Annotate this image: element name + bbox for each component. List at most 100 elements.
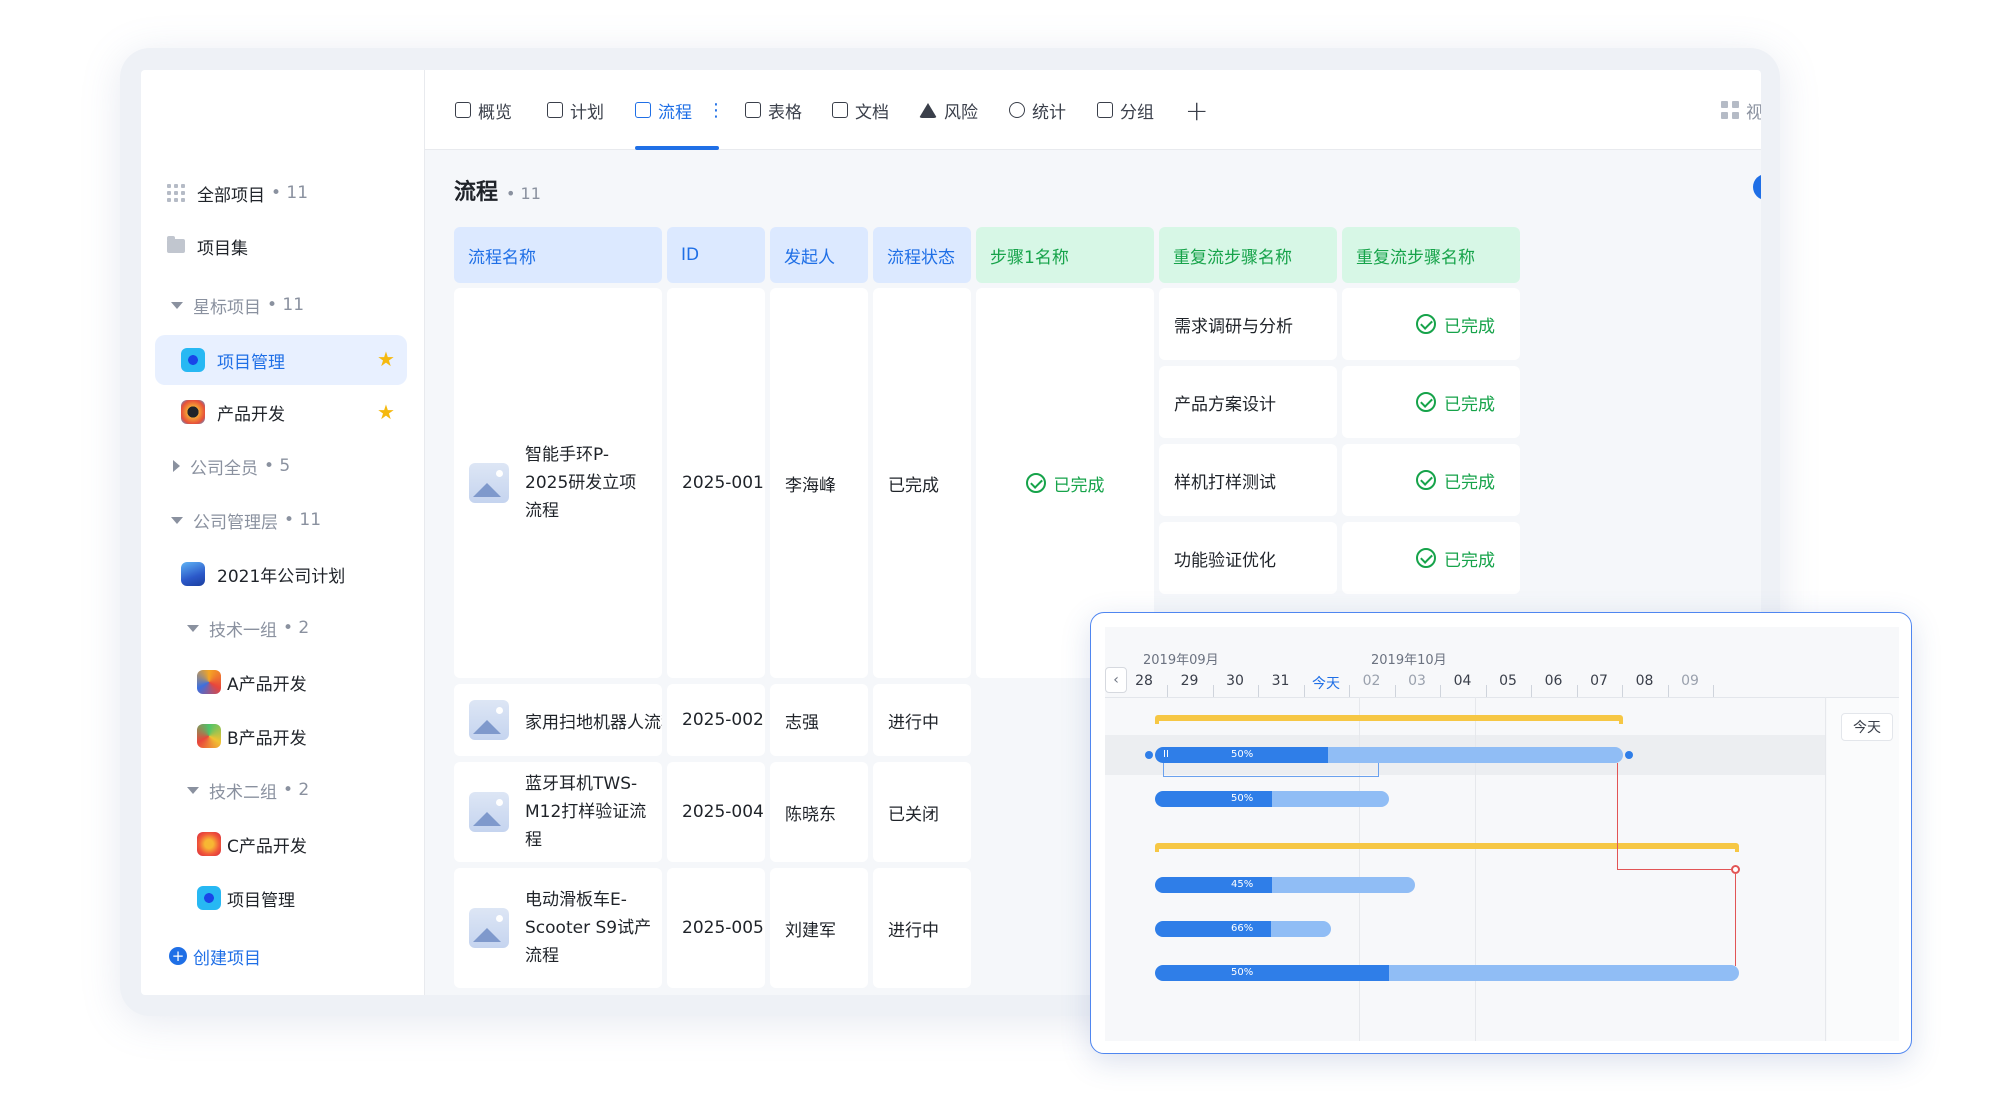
column-header-owner[interactable]: 发起人 xyxy=(770,227,868,283)
table-cell-status: 进行中 xyxy=(873,684,971,756)
image-placeholder-icon xyxy=(469,463,509,503)
sidebar-item-label: 项目管理 xyxy=(217,352,285,373)
a-product-icon xyxy=(197,670,221,694)
table-cell-owner: 李海峰 xyxy=(770,288,868,678)
group-icon xyxy=(1097,102,1113,118)
dependency-line xyxy=(1735,874,1736,966)
group-count: • 5 xyxy=(264,456,291,476)
table-row-name-cell[interactable]: 家用扫地机器人流程 xyxy=(454,684,662,756)
status-text: 已完成 xyxy=(1444,472,1495,493)
page-count: • 11 xyxy=(506,184,541,203)
group-label: 公司管理层 xyxy=(193,512,278,533)
chevron-down-icon xyxy=(171,516,183,524)
table-cell-id: 2025-001 xyxy=(667,288,765,678)
star-icon[interactable]: ★ xyxy=(377,347,395,371)
progress-fill xyxy=(1155,921,1272,937)
gantt-future-area xyxy=(1827,697,1899,1041)
column-header-repeat-step[interactable]: 重复流步骤名称 xyxy=(1159,227,1337,283)
sidebar-item-label: 产品开发 xyxy=(217,404,285,425)
chevron-right-icon xyxy=(173,460,180,472)
sidebar-group-tech2[interactable]: 技术二组 • 2 xyxy=(187,766,407,814)
tab-label: 表格 xyxy=(768,102,802,123)
substep-name: 样机打样测试 xyxy=(1159,444,1337,516)
dark-palette-icon xyxy=(181,400,205,424)
gantt-grid-line xyxy=(1825,697,1826,1041)
star-icon[interactable]: ★ xyxy=(377,400,395,424)
layout-grid-icon xyxy=(1721,101,1739,119)
b-product-icon xyxy=(197,724,221,748)
table-cell-id: 2025-004 xyxy=(667,762,765,862)
image-placeholder-icon xyxy=(469,792,509,832)
sidebar-item-company-plan[interactable]: 2021年公司计划 xyxy=(155,550,407,598)
tab-risk[interactable]: 风险 xyxy=(919,70,978,150)
drag-handle[interactable]: II xyxy=(1163,747,1169,763)
sidebar-item-a-product[interactable]: A产品开发 xyxy=(155,658,407,706)
gantt-task-bar[interactable]: II 50% xyxy=(1155,747,1623,763)
table-row-name-cell[interactable]: 蓝牙耳机TWS-M12打样验证流程 xyxy=(454,762,662,862)
tab-stats[interactable]: 统计 xyxy=(1009,70,1066,150)
sidebar-item-label: 项目管理 xyxy=(227,890,295,911)
day-label: 09 xyxy=(1681,673,1699,689)
table-row-name-cell[interactable]: 智能手环P-2025研发立项流程 xyxy=(454,288,662,678)
add-tab-button[interactable]: + xyxy=(1185,70,1208,150)
day-tick xyxy=(1713,685,1714,697)
group-count: • 11 xyxy=(284,510,322,530)
progress-label: 50% xyxy=(1231,749,1254,760)
sidebar-item-project-management[interactable]: 项目管理 ★ xyxy=(155,335,407,385)
tab-group[interactable]: 分组 xyxy=(1097,70,1154,150)
table-cell-status: 已关闭 xyxy=(873,762,971,862)
tab-overview[interactable]: 概览 xyxy=(455,70,512,150)
doc-icon xyxy=(832,102,848,118)
column-header-id[interactable]: ID xyxy=(667,227,765,283)
sidebar-item-all-projects[interactable]: 全部项目 • 11 xyxy=(167,169,407,217)
sidebar-item-label: A产品开发 xyxy=(227,674,307,695)
sidebar-item-c-product[interactable]: C产品开发 xyxy=(155,820,407,868)
gantt-summary-bar[interactable] xyxy=(1155,715,1623,724)
warning-icon xyxy=(919,102,937,118)
gantt-summary-bar[interactable] xyxy=(1155,843,1739,852)
sidebar-item-label: B产品开发 xyxy=(227,728,307,749)
gantt-header-divider xyxy=(1105,697,1899,698)
status-badge: 已完成 xyxy=(1025,471,1105,496)
table-row-name-cell[interactable]: 电动滑板车E-Scooter S9试产流程 xyxy=(454,868,662,988)
create-project-button[interactable]: + 创建项目 xyxy=(169,932,389,980)
today-button[interactable]: 今天 xyxy=(1841,713,1893,741)
item-count: • 11 xyxy=(271,183,309,203)
gantt-task-bar[interactable]: 66% xyxy=(1155,921,1331,937)
gantt-task-bar[interactable]: 50% xyxy=(1155,791,1389,807)
tab-plan[interactable]: 计划 xyxy=(547,70,604,150)
c-product-icon xyxy=(197,832,221,856)
sidebar-item-b-product[interactable]: B产品开发 xyxy=(155,712,407,760)
sidebar-group-company-all[interactable]: 公司全员 • 5 xyxy=(173,442,413,490)
column-header-status[interactable]: 流程状态 xyxy=(873,227,971,283)
column-header-name[interactable]: 流程名称 xyxy=(454,227,662,283)
sidebar-group-management[interactable]: 公司管理层 • 11 xyxy=(171,496,411,544)
status-text: 已完成 xyxy=(1444,316,1495,337)
action-button[interactable] xyxy=(1753,174,1761,200)
tab-table[interactable]: 表格 xyxy=(745,70,802,150)
table-icon xyxy=(745,102,761,118)
substep-state: 已完成 xyxy=(1342,366,1520,438)
flow-icon xyxy=(635,102,651,118)
sidebar-item-product-dev[interactable]: 产品开发 ★ xyxy=(155,388,407,436)
gantt-task-bar[interactable]: 45% xyxy=(1155,877,1415,893)
tab-doc[interactable]: 文档 xyxy=(832,70,889,150)
view-switch-button[interactable]: 视 xyxy=(1721,70,1761,150)
sidebar-item-collections[interactable]: 项目集 xyxy=(167,222,407,270)
sidebar-group-tech1[interactable]: 技术一组 • 2 xyxy=(187,604,407,652)
progress-fill xyxy=(1155,877,1272,893)
tab-flow[interactable]: 流程 ⋮ xyxy=(635,70,725,150)
table-cell-id: 2025-002 xyxy=(667,684,765,756)
chevron-down-icon xyxy=(171,301,183,309)
sidebar-group-starred[interactable]: 星标项目 • 11 xyxy=(171,281,411,329)
link-handle-right[interactable] xyxy=(1625,751,1633,759)
column-header-step1[interactable]: 步骤1名称 xyxy=(976,227,1154,283)
column-header-repeat-step-2[interactable]: 重复流步骤名称 xyxy=(1342,227,1520,283)
gantt-task-bar[interactable]: 50% xyxy=(1155,965,1739,981)
link-handle-left[interactable] xyxy=(1145,751,1153,759)
table-cell-owner: 陈晓东 xyxy=(770,762,868,862)
more-vertical-icon[interactable]: ⋮ xyxy=(707,100,725,121)
sidebar-item-project-management-2[interactable]: 项目管理 xyxy=(155,874,407,922)
dependency-node[interactable] xyxy=(1731,865,1740,874)
flow-name: 电动滑板车E-Scooter S9试产流程 xyxy=(525,890,652,966)
